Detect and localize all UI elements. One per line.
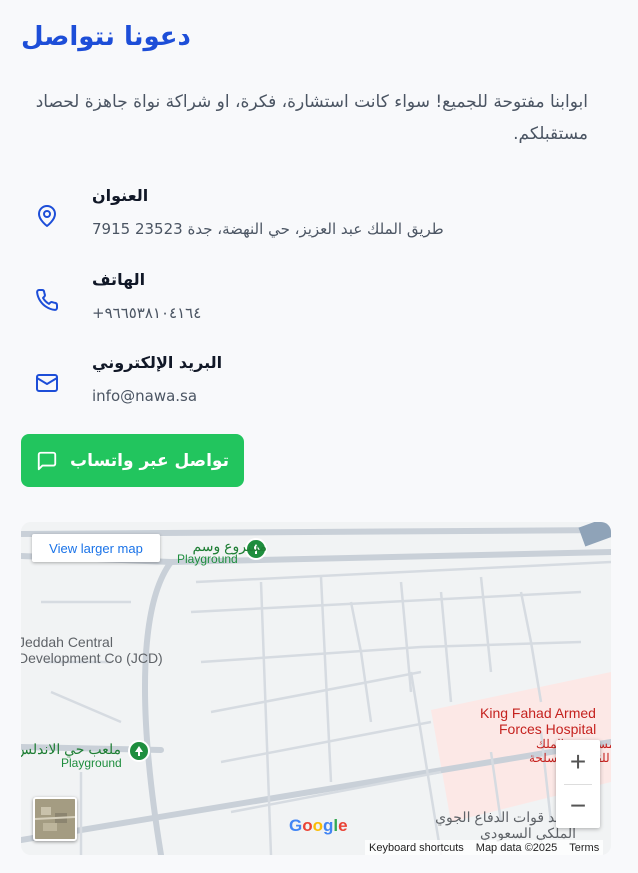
playground-pin-2[interactable] [128,740,150,762]
map-label-hospital-2: Forces Hospital [499,721,597,737]
tree-icon [135,746,143,756]
map-attribution: Keyboard shortcuts Map data ©2025 Terms [365,840,604,855]
page-title: دعونا نتواصل [21,22,191,52]
embedded-map[interactable]: View larger map مشروع وسم Playground Jed… [21,522,611,855]
google-logo: Google [289,816,348,835]
contact-phone: الهاتف +٩٦٦٥٣٨١٠٤١٦٤ [21,270,521,330]
zoom-control: + − [556,740,600,828]
satellite-thumbnail-icon [35,799,75,839]
chat-bubble-icon [37,451,57,470]
whatsapp-button[interactable]: تواصل عبر واتساب [21,434,244,487]
map-label-airforce-1: معهد قوات الدفاع الجوي [435,809,576,825]
phone-label: الهاتف [92,270,146,289]
satellite-toggle[interactable] [33,797,77,841]
zoom-out-button[interactable]: − [556,784,600,828]
address-value: طريق الملك عبد العزيز، حي النهضة، جدة 23… [92,220,444,238]
whatsapp-button-label: تواصل عبر واتساب [70,450,229,471]
address-label: العنوان [92,186,149,205]
phone-icon [36,288,59,311]
map-streets [21,522,611,855]
map-label-jcd-1: Jeddah Central [21,634,113,650]
email-link[interactable]: info@nawa.sa [92,387,512,405]
phone-link[interactable]: +٩٦٦٥٣٨١٠٤١٦٤ [92,304,512,322]
map-pin-icon [38,205,56,227]
email-label: البريد الإلكتروني [92,353,223,372]
contact-email: البريد الإلكتروني info@nawa.sa [21,353,521,413]
view-larger-map-link[interactable]: View larger map [32,534,160,562]
mail-icon [36,374,58,392]
keyboard-shortcuts-link[interactable]: Keyboard shortcuts [369,842,464,854]
contact-address: العنوان طريق الملك عبد العزيز، حي النهضة… [21,186,521,246]
map-label-playground-2: Playground [61,756,122,770]
terms-link[interactable]: Terms [569,842,599,854]
zoom-in-button[interactable]: + [556,740,600,784]
map-label-playground-1: Playground [177,552,238,566]
intro-text: ابوابنا مفتوحة للجميع! سواء كانت استشارة… [35,92,588,144]
map-label-jcd-2: Development Co (JCD) [21,650,163,666]
map-data-text: Map data ©2025 [475,841,558,854]
map-label-hospital-1: King Fahad Armed [480,705,596,721]
